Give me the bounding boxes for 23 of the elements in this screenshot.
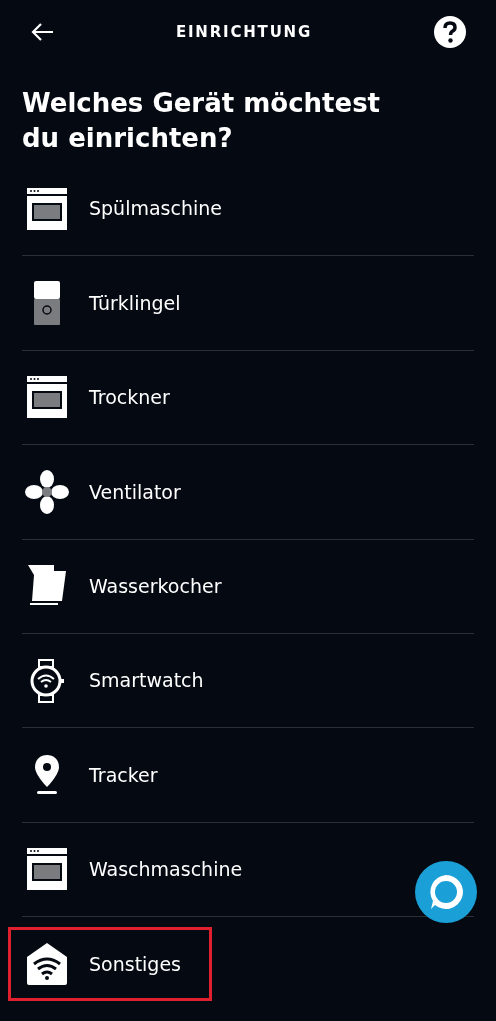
device-list-item[interactable]: Smartwatch	[8, 643, 235, 718]
doorbell-icon	[34, 281, 60, 326]
device-list-item[interactable]: Spülmaschine	[8, 171, 253, 246]
page-heading: Welches Gerät möchtest du einrichten?	[21, 87, 382, 155]
speech-bubble-icon	[427, 873, 465, 911]
device-list-item[interactable]: Waschmaschine	[8, 832, 274, 907]
back-arrow-icon[interactable]	[30, 22, 54, 42]
device-list-item[interactable]: Tracker	[8, 738, 189, 813]
appliance-icon	[27, 187, 67, 230]
appliance-icon	[27, 848, 67, 891]
device-list-item[interactable]: Türklingel	[8, 266, 212, 341]
smart-home-icon	[27, 943, 67, 986]
location-pin-icon	[34, 755, 60, 796]
device-list-item[interactable]: Sonstiges	[8, 927, 212, 1002]
page-title: EINRICHTUNG	[175, 21, 313, 43]
fan-icon	[25, 469, 69, 514]
smartwatch-icon	[29, 658, 65, 703]
device-list-item[interactable]: Ventilator	[8, 454, 212, 529]
appliance-icon	[27, 376, 67, 419]
device-list-item[interactable]: Wasserkocher	[8, 549, 253, 624]
help-icon[interactable]	[434, 16, 466, 48]
kettle-icon	[28, 565, 66, 608]
device-list-item[interactable]: Trockner	[8, 360, 201, 435]
